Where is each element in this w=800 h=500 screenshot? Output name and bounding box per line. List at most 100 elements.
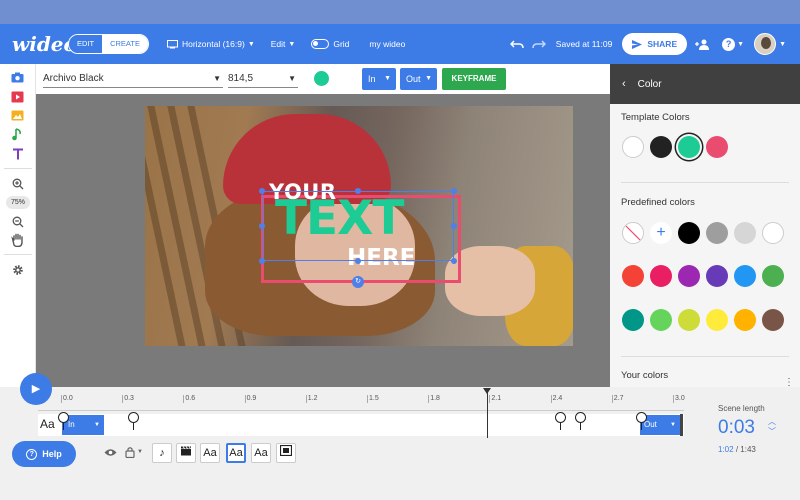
more-options-icon[interactable]: ⋮ (784, 377, 794, 387)
predefined-color-swatch[interactable] (734, 265, 756, 287)
keyframe-marker[interactable] (128, 412, 139, 430)
no-color-swatch[interactable] (622, 222, 644, 244)
music-icon[interactable] (10, 127, 25, 142)
in-animation-label: In (368, 74, 376, 84)
keyframe-marker[interactable] (555, 412, 566, 430)
font-size-select[interactable]: 814,5 ▼ (228, 70, 298, 88)
wideo-logo[interactable]: wideo (12, 32, 77, 56)
mode-edit-button[interactable]: EDIT (69, 35, 103, 53)
video-icon[interactable] (10, 89, 25, 104)
mode-create-button[interactable]: CREATE (102, 35, 148, 53)
track-end-handle[interactable] (680, 414, 683, 436)
back-arrow-icon[interactable]: ‹ (622, 78, 626, 90)
keyframe-marker[interactable] (636, 412, 647, 430)
grid-switch[interactable] (311, 39, 330, 49)
selection-box[interactable] (262, 191, 454, 261)
out-animation-dropdown[interactable]: Out ▼ (400, 68, 437, 90)
project-name[interactable]: my wideo (369, 39, 405, 49)
edit-menu[interactable]: Edit ▼ (271, 39, 296, 49)
monitor-icon (166, 39, 178, 48)
predefined-color-swatch[interactable] (762, 265, 784, 287)
chevron-down-icon[interactable]: ﹀ (768, 427, 776, 437)
text-tool-icon[interactable] (10, 146, 25, 161)
mode-toggle[interactable]: EDIT CREATE (68, 34, 149, 54)
redo-icon[interactable] (532, 39, 546, 49)
wood-slat (145, 106, 194, 346)
predefined-color-swatch[interactable] (678, 265, 700, 287)
template-color-swatch[interactable] (706, 136, 728, 158)
resize-handle[interactable] (355, 188, 361, 194)
text-layer-button[interactable]: Aa (200, 443, 220, 463)
add-color-button[interactable]: + (650, 222, 672, 244)
visibility-eye-icon[interactable] (104, 448, 117, 460)
settings-gear-icon[interactable] (10, 262, 25, 277)
keyframe-marker[interactable] (58, 412, 69, 430)
chevron-down-icon: ▼ (137, 449, 143, 455)
predefined-color-swatch[interactable] (762, 222, 784, 244)
help-button[interactable]: ? Help (12, 441, 76, 467)
predefined-color-swatch[interactable] (706, 309, 728, 331)
predefined-color-swatch[interactable] (650, 265, 672, 287)
text-layer-track[interactable]: Aa In ▼ Out ▼ (38, 412, 684, 436)
chevron-up-icon[interactable]: ︿ (768, 417, 776, 427)
add-user-icon[interactable] (695, 39, 710, 50)
image-layer-button[interactable] (276, 443, 296, 463)
image-icon[interactable] (10, 108, 25, 123)
predefined-color-swatch[interactable] (622, 309, 644, 331)
predefined-color-swatch[interactable] (650, 309, 672, 331)
predefined-color-swatch[interactable] (622, 265, 644, 287)
predefined-color-swatch[interactable] (734, 309, 756, 331)
scene-length-value[interactable]: 0:03 (718, 417, 755, 439)
template-color-swatch[interactable] (622, 136, 644, 158)
clapper-layer-button[interactable] (176, 443, 196, 463)
keyframe-marker[interactable] (575, 412, 586, 430)
playhead[interactable] (483, 388, 491, 438)
predefined-color-swatch[interactable] (706, 265, 728, 287)
saved-status: Saved at 11:09 (555, 39, 613, 49)
resize-handle[interactable] (259, 188, 265, 194)
music-layer-button[interactable]: ♪ (152, 443, 172, 463)
grid-toggle[interactable]: Grid (311, 39, 349, 49)
predefined-color-swatch[interactable] (762, 309, 784, 331)
help-menu[interactable]: ? ▼ (722, 37, 744, 51)
undo-icon[interactable] (509, 39, 524, 49)
account-menu[interactable]: ▼ (754, 33, 786, 55)
resize-handle[interactable] (355, 258, 361, 264)
resize-handle[interactable] (259, 258, 265, 264)
scene-canvas[interactable]: YOUR TEXT HERE ↻ (145, 106, 573, 346)
rotate-handle-icon[interactable]: ↻ (352, 276, 364, 288)
keyframe-button[interactable]: KEYFRAME (442, 68, 506, 90)
zoom-in-icon[interactable] (10, 176, 25, 191)
scene-length-stepper[interactable]: ︿ ﹀ (768, 417, 776, 437)
avatar[interactable] (754, 33, 777, 55)
template-color-swatch[interactable] (678, 136, 700, 158)
in-animation-dropdown[interactable]: In ▼ (362, 68, 396, 90)
predefined-color-swatch[interactable] (734, 222, 756, 244)
help-label: Help (42, 449, 62, 459)
font-family-select[interactable]: Archivo Black ▼ (43, 70, 223, 88)
canvas-area[interactable]: YOUR TEXT HERE ↻ (36, 94, 610, 387)
template-color-swatch[interactable] (650, 136, 672, 158)
out-animation-label: Out (406, 74, 421, 84)
camera-icon[interactable] (10, 70, 25, 85)
text-layer-button-selected[interactable]: Aa (226, 443, 246, 463)
resize-handle[interactable] (451, 223, 457, 229)
image-layer-icon (279, 444, 293, 457)
resize-handle[interactable] (259, 223, 265, 229)
lock-dropdown[interactable]: ▼ (125, 446, 143, 458)
share-button[interactable]: SHARE (622, 33, 688, 55)
predefined-color-swatch[interactable] (706, 222, 728, 244)
hand-pan-icon[interactable] (10, 232, 25, 247)
in-chip-label: In (68, 420, 75, 429)
current-time: 1:02 (718, 445, 734, 454)
predefined-color-swatch[interactable] (678, 309, 700, 331)
zoom-out-icon[interactable] (10, 214, 25, 229)
resize-handle[interactable] (451, 188, 457, 194)
zoom-level: 75% (6, 196, 30, 209)
format-dropdown[interactable]: Horizontal (16:9) ▼ (166, 39, 255, 49)
text-color-picker[interactable] (314, 71, 329, 86)
predefined-color-swatch[interactable] (678, 222, 700, 244)
timeline-ruler[interactable]: 0.0 0.3 0.6 0.9 1.2 1.5 1.8 2.1 2.4 2.7 3.0 (38, 393, 685, 411)
resize-handle[interactable] (451, 258, 457, 264)
text-layer-button[interactable]: Aa (251, 443, 271, 463)
